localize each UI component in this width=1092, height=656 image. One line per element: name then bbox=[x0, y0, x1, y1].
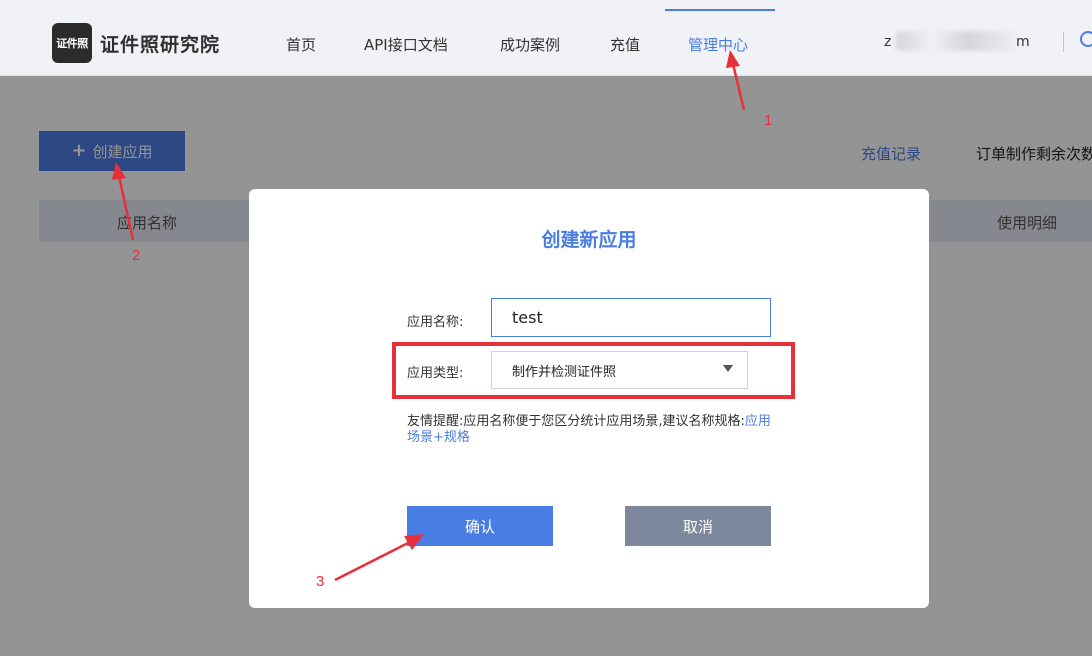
step-number-1: 1 bbox=[764, 112, 773, 129]
nav-api-docs[interactable]: API接口文档 bbox=[364, 34, 448, 55]
user-name-redacted bbox=[896, 31, 1016, 51]
logout-icon[interactable] bbox=[1080, 31, 1092, 47]
top-header: 证件照 证件照研究院 首页 API接口文档 成功案例 充值 管理中心 z m bbox=[0, 0, 1092, 76]
active-nav-indicator bbox=[665, 9, 775, 11]
dialog-title: 创建新应用 bbox=[541, 229, 637, 251]
step-number-2: 2 bbox=[132, 247, 141, 264]
header-divider bbox=[1063, 32, 1064, 52]
app-name-label: 应用名称: bbox=[407, 315, 464, 330]
nav-recharge[interactable]: 充值 bbox=[610, 34, 640, 55]
nav-management-center[interactable]: 管理中心 bbox=[688, 34, 748, 55]
confirm-button[interactable]: 确认 bbox=[407, 506, 553, 546]
user-name-prefix: z bbox=[884, 34, 892, 50]
site-logo-text[interactable]: 证件照研究院 bbox=[100, 30, 220, 57]
nav-success-cases[interactable]: 成功案例 bbox=[500, 34, 560, 55]
hint-text: 友情提醒:应用名称便于您区分统计应用场景,建议名称规格: bbox=[407, 414, 745, 429]
naming-hint: 友情提醒:应用名称便于您区分统计应用场景,建议名称规格:应用场景+规格 bbox=[407, 414, 777, 446]
logo-badge[interactable]: 证件照 bbox=[52, 23, 92, 63]
nav-home[interactable]: 首页 bbox=[286, 34, 316, 55]
step-number-3: 3 bbox=[316, 573, 325, 590]
app-name-input[interactable] bbox=[491, 298, 771, 337]
cancel-button[interactable]: 取消 bbox=[625, 506, 771, 546]
app-type-highlight-box bbox=[392, 342, 795, 399]
user-name-suffix: m bbox=[1016, 34, 1030, 50]
